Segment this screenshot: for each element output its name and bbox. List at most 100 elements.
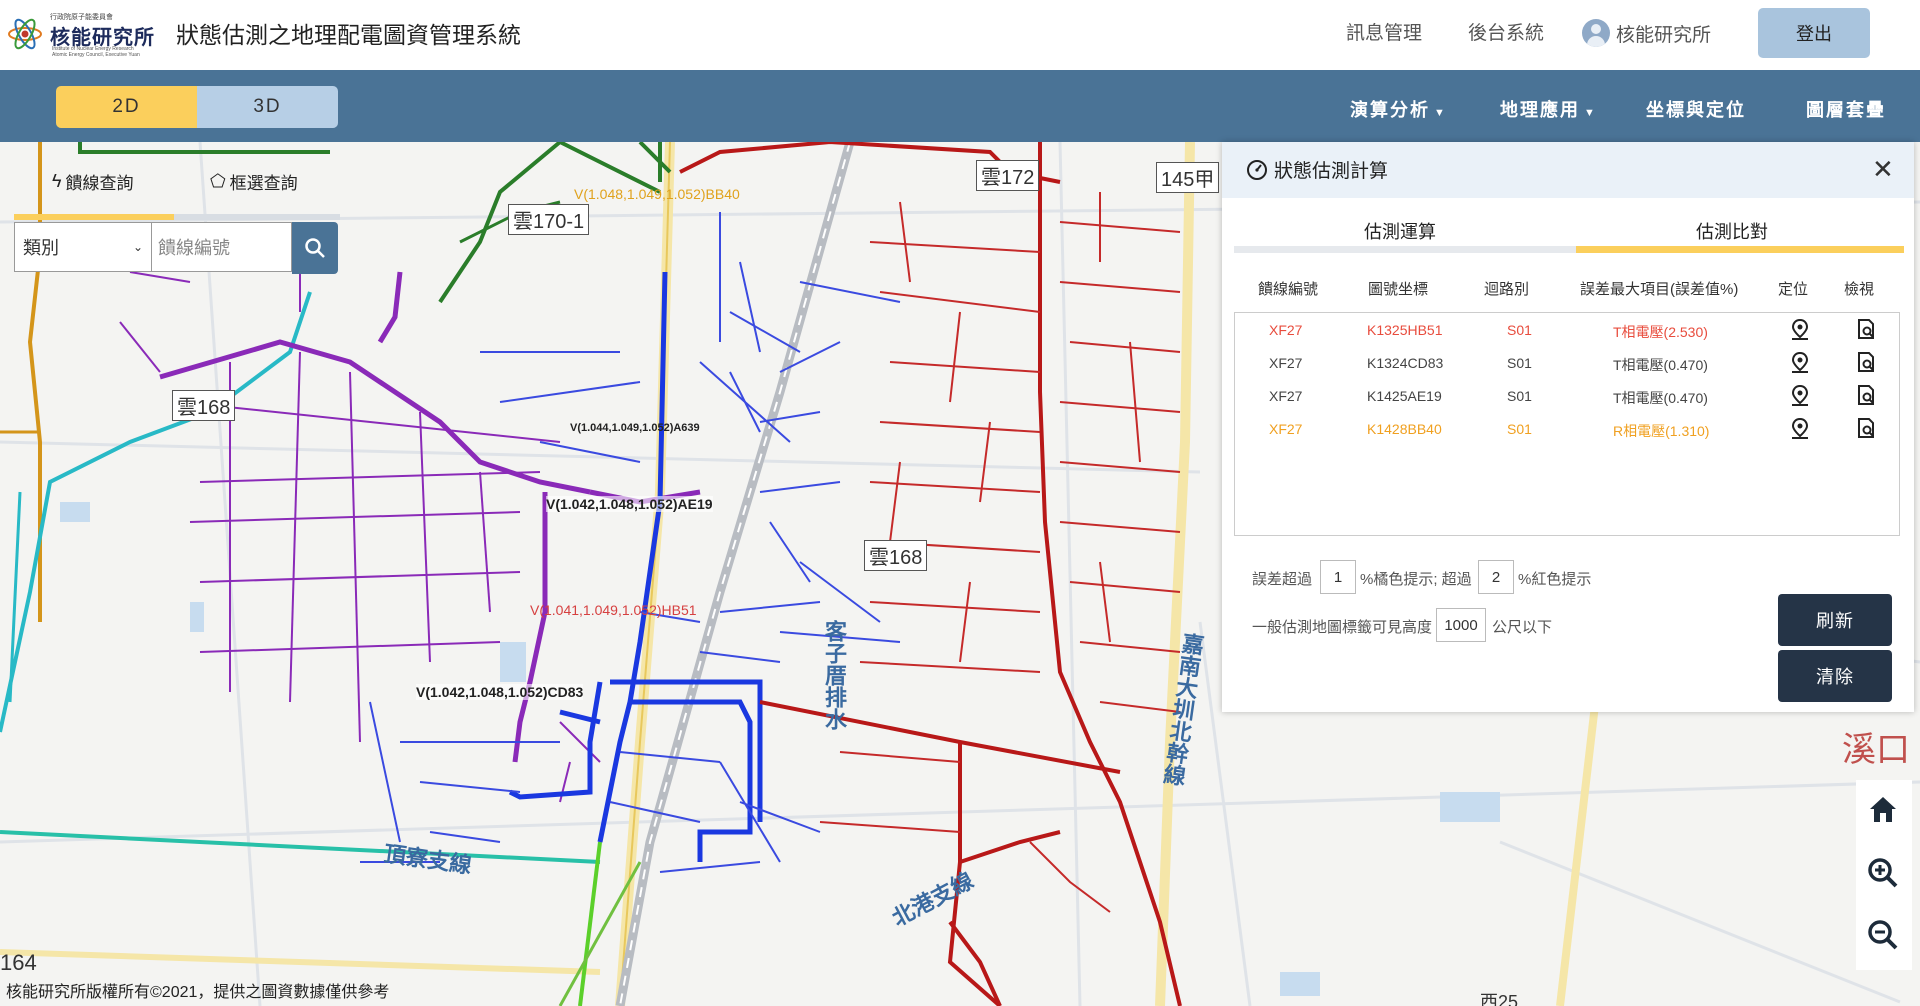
logout-button[interactable]: 登出	[1758, 8, 1870, 58]
active-tab-indicator	[14, 214, 174, 220]
cell-coord: K1428BB40	[1367, 421, 1442, 437]
menu-geo-application[interactable]: 地理應用 ▼	[1500, 96, 1597, 122]
app-title: 狀態估測之地理配電圖資管理系統	[176, 22, 521, 48]
road-label: 西25	[1480, 992, 1519, 1006]
cell-max-error: T相電壓(0.470)	[1613, 357, 1708, 373]
refresh-button[interactable]: 刷新	[1778, 594, 1892, 646]
red-threshold-text: %紅色提示	[1518, 571, 1592, 588]
cell-loop: S01	[1507, 322, 1532, 338]
label-height-input[interactable]: 1000	[1436, 608, 1486, 642]
home-button[interactable]	[1860, 786, 1906, 832]
threshold-prefix: 誤差超過	[1252, 571, 1313, 588]
logo-english-agency: Atomic Energy Council, Executive Yuan	[52, 52, 140, 58]
top-header: 行政院原子能委員會 核能研究所 Institute of Nuclear Ene…	[0, 0, 1920, 70]
inactive-tab-indicator	[1234, 246, 1576, 253]
user-menu[interactable]: 核能研究所	[1582, 16, 1711, 50]
menu-coordinates[interactable]: 坐標與定位	[1646, 96, 1746, 122]
atom-logo-icon	[8, 18, 42, 50]
road-label: 雲168	[864, 540, 928, 571]
mode-2d-button[interactable]: 2D	[56, 86, 197, 128]
zoom-out-icon	[1868, 920, 1898, 950]
table-row[interactable]: XF27 K1425AE19 S01 T相電壓(0.470)	[1235, 379, 1899, 412]
voltage-label[interactable]: V(1.042,1.048,1.052)AE19	[546, 496, 713, 512]
voltage-label[interactable]: V(1.044,1.049,1.052)A639	[570, 422, 700, 434]
location-pin-icon[interactable]	[1787, 416, 1813, 442]
zoom-out-button[interactable]	[1860, 912, 1906, 958]
state-estimation-panel: 狀態估測計算 ✕ 估測運算 估測比對 饋線編號 圖號坐標 迴路別 誤差最大項目(…	[1222, 142, 1914, 712]
location-pin-icon[interactable]	[1787, 317, 1813, 343]
view-document-icon[interactable]	[1853, 383, 1879, 409]
voltage-label[interactable]: V(1.048,1.049,1.052)BB40	[574, 186, 740, 202]
gauge-icon	[1247, 159, 1267, 180]
table-row[interactable]: XF27 K1324CD83 S01 T相電壓(0.470)	[1235, 346, 1899, 379]
close-icon[interactable]: ✕	[1872, 154, 1894, 185]
cell-coord: K1325HB51	[1367, 322, 1443, 338]
institute-logo[interactable]: 行政院原子能委員會 核能研究所 Institute of Nuclear Ene…	[6, 12, 166, 58]
red-threshold-input[interactable]: 2	[1478, 560, 1514, 594]
comparison-table: XF27 K1325HB51 S01 T相電壓(2.530) XF27 K132…	[1234, 312, 1900, 536]
chevron-down-icon: ▼	[1434, 107, 1447, 119]
user-name: 核能研究所	[1616, 24, 1712, 46]
tab-box-query[interactable]: ⬠ 框選查詢	[210, 166, 298, 196]
road-label: 145甲	[1156, 162, 1220, 193]
feeder-number-input[interactable]: 饋線編號	[152, 222, 292, 272]
home-icon	[1870, 797, 1896, 822]
cell-feeder: XF27	[1269, 421, 1303, 437]
orange-threshold-text: %橘色提示; 超過	[1360, 571, 1472, 588]
view-document-icon[interactable]	[1853, 350, 1879, 376]
label-height-suffix: 公尺以下	[1492, 619, 1553, 636]
voltage-label[interactable]: V(1.041,1.049,1.052)HB51	[530, 602, 697, 618]
query-tabs: ϟ 饋線查詢 ⬠ 框選查詢	[14, 166, 340, 220]
chevron-down-icon: ⌄	[132, 240, 143, 254]
panel-header: 狀態估測計算 ✕	[1222, 142, 1914, 198]
view-document-icon[interactable]	[1853, 416, 1879, 442]
tab-estimation-calc[interactable]: 估測運算	[1364, 218, 1436, 244]
menu-geo-label: 地理應用	[1500, 100, 1580, 120]
panel-title: 狀態估測計算	[1246, 156, 1388, 183]
voltage-label[interactable]: V(1.042,1.048,1.052)CD83	[416, 684, 584, 700]
mode-3d-button[interactable]: 3D	[197, 86, 338, 128]
inactive-tab-indicator	[174, 214, 340, 220]
clear-button[interactable]: 清除	[1778, 650, 1892, 702]
message-management-link[interactable]: 訊息管理	[1346, 18, 1422, 45]
category-select[interactable]: 類別 ⌄	[14, 222, 152, 272]
place-label: 溪口	[1842, 731, 1910, 769]
orange-threshold-input[interactable]: 1	[1320, 560, 1356, 594]
column-header: 饋線編號	[1258, 281, 1319, 298]
column-header: 誤差最大項目(誤差值%)	[1580, 281, 1739, 298]
canal-label: 客子厝排水	[822, 620, 847, 730]
search-icon	[305, 238, 325, 258]
cell-max-error: T相電壓(0.470)	[1613, 390, 1708, 406]
road-label: 164	[0, 950, 37, 975]
user-avatar-icon	[1582, 19, 1610, 47]
admin-system-link[interactable]: 後台系統	[1468, 18, 1544, 45]
zoom-in-icon	[1868, 858, 1898, 888]
road-label: 雲168	[172, 390, 236, 421]
cell-max-error: R相電壓(1.310)	[1613, 423, 1710, 439]
panel-title-text: 狀態估測計算	[1274, 161, 1389, 182]
main-navbar: 2D 3D 演算分析 ▼ 地理應用 ▼ 坐標與定位 圖層套疊	[0, 70, 1920, 142]
location-pin-icon[interactable]	[1787, 383, 1813, 409]
column-header: 圖號坐標	[1368, 281, 1429, 298]
view-mode-toggle: 2D 3D	[56, 86, 338, 128]
column-header: 檢視	[1844, 281, 1875, 298]
table-row[interactable]: XF27 K1428BB40 S01 R相電壓(1.310)	[1235, 412, 1899, 445]
menu-analysis[interactable]: 演算分析 ▼	[1350, 96, 1447, 122]
view-document-icon[interactable]	[1853, 317, 1879, 343]
search-button[interactable]	[292, 222, 338, 274]
cell-max-error: T相電壓(2.530)	[1613, 324, 1708, 340]
menu-analysis-label: 演算分析	[1350, 100, 1430, 120]
tab-box-label: 框選查詢	[229, 173, 298, 193]
polygon-icon: ⬠	[210, 170, 226, 191]
location-pin-icon[interactable]	[1787, 350, 1813, 376]
road-label: 雲170-1	[508, 204, 590, 235]
label-height-prefix: 一般估測地圖標籤可見高度	[1252, 619, 1433, 636]
cell-coord: K1324CD83	[1367, 355, 1444, 371]
tab-feeder-query[interactable]: ϟ 饋線查詢	[52, 166, 134, 196]
tab-estimation-compare[interactable]: 估測比對	[1696, 218, 1768, 244]
cell-feeder: XF27	[1269, 322, 1303, 338]
zoom-in-button[interactable]	[1860, 850, 1906, 896]
menu-layer-overlay[interactable]: 圖層套疊	[1806, 96, 1886, 122]
table-row[interactable]: XF27 K1325HB51 S01 T相電壓(2.530)	[1235, 313, 1899, 346]
column-header: 定位	[1778, 281, 1809, 298]
